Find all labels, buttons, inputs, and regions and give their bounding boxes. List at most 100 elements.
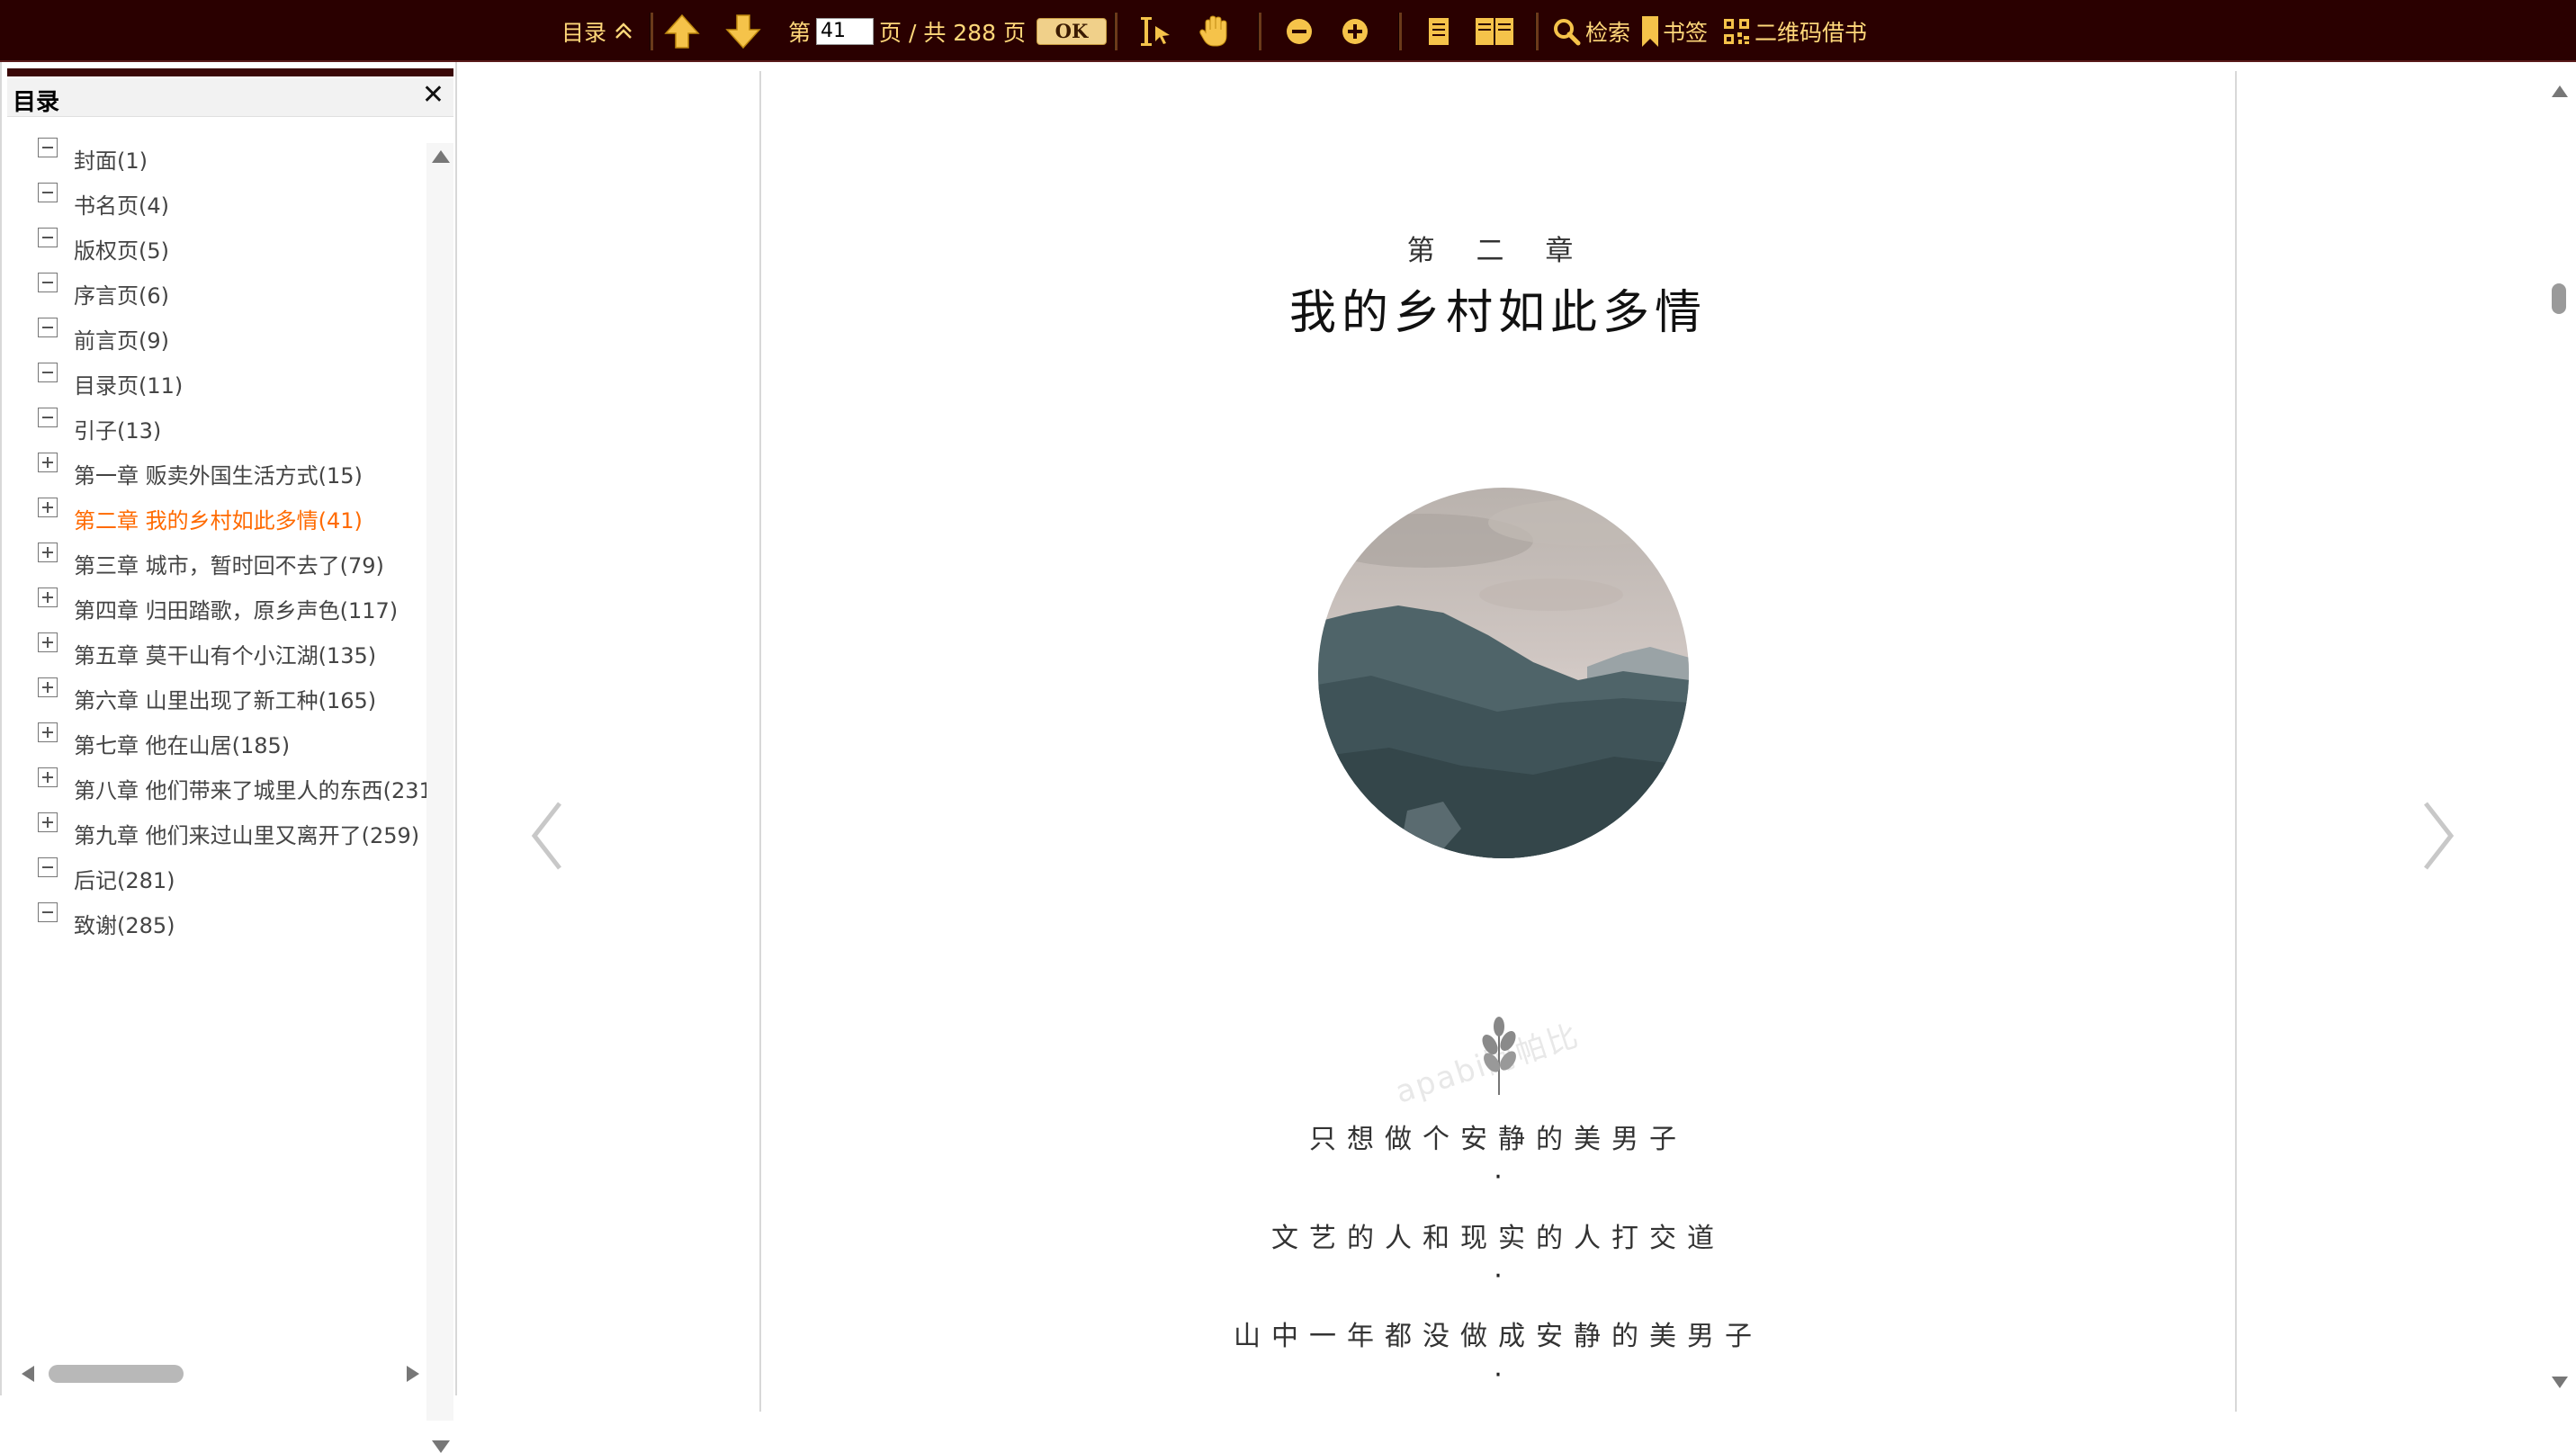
page-jump: 第 页 / 共 288 页 OK (788, 0, 1107, 62)
scroll-up-icon[interactable] (432, 150, 450, 163)
toc-item[interactable]: 后记(281) (38, 856, 434, 901)
text-cursor-icon (1139, 13, 1175, 49)
next-page-arrow[interactable] (2419, 800, 2458, 875)
scroll-up-icon[interactable] (2552, 85, 2568, 97)
next-page-button[interactable] (723, 0, 763, 62)
zoom-out-icon (1285, 17, 1314, 46)
mountain-landscape-image (1317, 487, 1690, 859)
expand-icon[interactable] (38, 767, 58, 787)
page-total-label: 页 / 共 288 页 (879, 19, 1026, 46)
toc-item-label: 引子(13) (74, 418, 162, 444)
zoom-out-button[interactable] (1285, 0, 1314, 62)
scroll-down-icon[interactable] (2552, 1377, 2568, 1388)
toc-item[interactable]: 致谢(285) (38, 901, 434, 946)
toc-item-label: 书名页(4) (74, 193, 169, 219)
toolbar-divider (1535, 13, 1539, 50)
single-page-view-button[interactable] (1427, 0, 1450, 62)
toc-item-label: 前言页(9) (74, 328, 169, 354)
chevron-left-icon (531, 802, 561, 870)
toc-vertical-scrollbar[interactable] (426, 143, 453, 1453)
double-page-view-button[interactable] (1474, 0, 1515, 62)
toc-item[interactable]: 前言页(9) (38, 316, 434, 361)
toc-item[interactable]: 引子(13) (38, 406, 434, 451)
toc-item[interactable]: 第八章 他们带来了城里人的东西(231 (38, 766, 434, 811)
toc-item[interactable]: 书名页(4) (38, 181, 434, 226)
zoom-in-button[interactable] (1341, 0, 1369, 62)
arrow-up-icon (662, 12, 702, 51)
hand-tool-button[interactable] (1197, 0, 1231, 62)
collapse-icon[interactable] (38, 363, 58, 382)
double-page-icon (1474, 16, 1515, 47)
scrollbar-thumb[interactable] (49, 1365, 184, 1383)
toolbar-divider (1398, 13, 1402, 50)
toc-item-label: 第六章 山里出现了新工种(165) (74, 688, 377, 713)
scroll-right-icon[interactable] (407, 1366, 419, 1382)
toc-item[interactable]: 第七章 他在山居(185) (38, 721, 434, 766)
qrcode-label: 二维码借书 (1755, 19, 1868, 46)
toc-item[interactable]: 第五章 莫干山有个小江湖(135) (38, 631, 434, 676)
poem-separator: · (1494, 1359, 1503, 1391)
search-button[interactable]: 检索 (1551, 0, 1630, 62)
collapse-icon[interactable] (38, 228, 58, 247)
collapse-icon[interactable] (38, 183, 58, 202)
collapse-icon[interactable] (38, 857, 58, 877)
scrollbar-thumb[interactable] (2552, 283, 2566, 314)
toc-item-label: 封面(1) (74, 148, 148, 174)
collapse-icon[interactable] (38, 408, 58, 427)
toc-item[interactable]: 第二章 我的乡村如此多情(41) (38, 496, 434, 541)
toc-sidebar: 目录 ✕ 封面(1) 书名页(4) 版权页(5) 序言页(6) 前言页(9) 目录页(11… (0, 62, 457, 1453)
toc-item[interactable]: 序言页(6) (38, 271, 434, 316)
bookmark-button[interactable]: 书签 (1639, 0, 1708, 62)
reader-vertical-scrollbar[interactable] (2545, 62, 2576, 1395)
toolbar-divider (1258, 13, 1261, 50)
expand-icon[interactable] (38, 453, 58, 472)
toc-item[interactable]: 目录页(11) (38, 361, 434, 406)
collapse-icon[interactable] (38, 902, 58, 922)
toc-item-label: 第八章 他们带来了城里人的东西(231 (74, 778, 433, 803)
expand-icon[interactable] (38, 632, 58, 652)
scroll-down-icon[interactable] (432, 1440, 450, 1453)
text-select-tool-button[interactable] (1139, 0, 1175, 62)
bookmark-icon (1639, 14, 1661, 49)
toc-item-label: 第三章 城市，暂时回不去了(79) (74, 553, 384, 579)
toc-item[interactable]: 第三章 城市，暂时回不去了(79) (38, 541, 434, 586)
scroll-left-icon[interactable] (22, 1366, 34, 1382)
expand-icon[interactable] (38, 498, 58, 517)
ok-button[interactable]: OK (1036, 17, 1107, 45)
collapse-icon[interactable] (38, 138, 58, 157)
sidebar-top-bar (7, 68, 453, 76)
collapse-icon[interactable] (38, 318, 58, 337)
chevron-right-icon (2424, 802, 2455, 870)
close-icon[interactable]: ✕ (422, 82, 444, 109)
reader-area: 第 二 章 我的乡村如此多情 apabi阿帕比 只想做个安静的美男子 · 文艺的… (457, 62, 2545, 1412)
expand-icon[interactable] (38, 812, 58, 832)
expand-icon[interactable] (38, 543, 58, 562)
toc-item-label: 第七章 他在山居(185) (74, 733, 291, 758)
expand-icon[interactable] (38, 587, 58, 607)
expand-icon[interactable] (38, 677, 58, 697)
page-number-input[interactable] (816, 17, 875, 45)
prev-page-button[interactable] (662, 0, 702, 62)
toc-list: 封面(1) 书名页(4) 版权页(5) 序言页(6) 前言页(9) 目录页(11) 引子(1… (38, 136, 434, 946)
leaf-sprig-icon (1463, 1009, 1535, 1099)
poem-separator: · (1494, 1260, 1503, 1292)
bookmark-label: 书签 (1663, 19, 1709, 46)
qrcode-borrow-button[interactable]: 二维码借书 (1722, 0, 1867, 62)
single-page-icon (1427, 16, 1450, 47)
search-icon (1551, 16, 1582, 47)
expand-icon[interactable] (38, 722, 58, 742)
toc-item-label: 第二章 我的乡村如此多情(41) (74, 508, 363, 534)
toolbar-divider (650, 13, 653, 50)
toc-item[interactable]: 封面(1) (38, 136, 434, 181)
toc-horizontal-scrollbar[interactable] (14, 1359, 419, 1386)
toc-item[interactable]: 第六章 山里出现了新工种(165) (38, 676, 434, 721)
toc-item[interactable]: 版权页(5) (38, 226, 434, 271)
toc-item[interactable]: 第四章 归田踏歌，原乡声色(117) (38, 586, 434, 631)
collapse-icon[interactable] (38, 273, 58, 292)
toc-item-label: 致谢(285) (74, 913, 175, 938)
toc-toggle-button[interactable]: 目录 (561, 0, 633, 62)
toolbar-divider (1114, 13, 1117, 50)
toc-item[interactable]: 第九章 他们来过山里又离开了(259) (38, 811, 434, 856)
toc-item[interactable]: 第一章 贩卖外国生活方式(15) (38, 451, 434, 496)
previous-page-arrow[interactable] (527, 800, 567, 875)
